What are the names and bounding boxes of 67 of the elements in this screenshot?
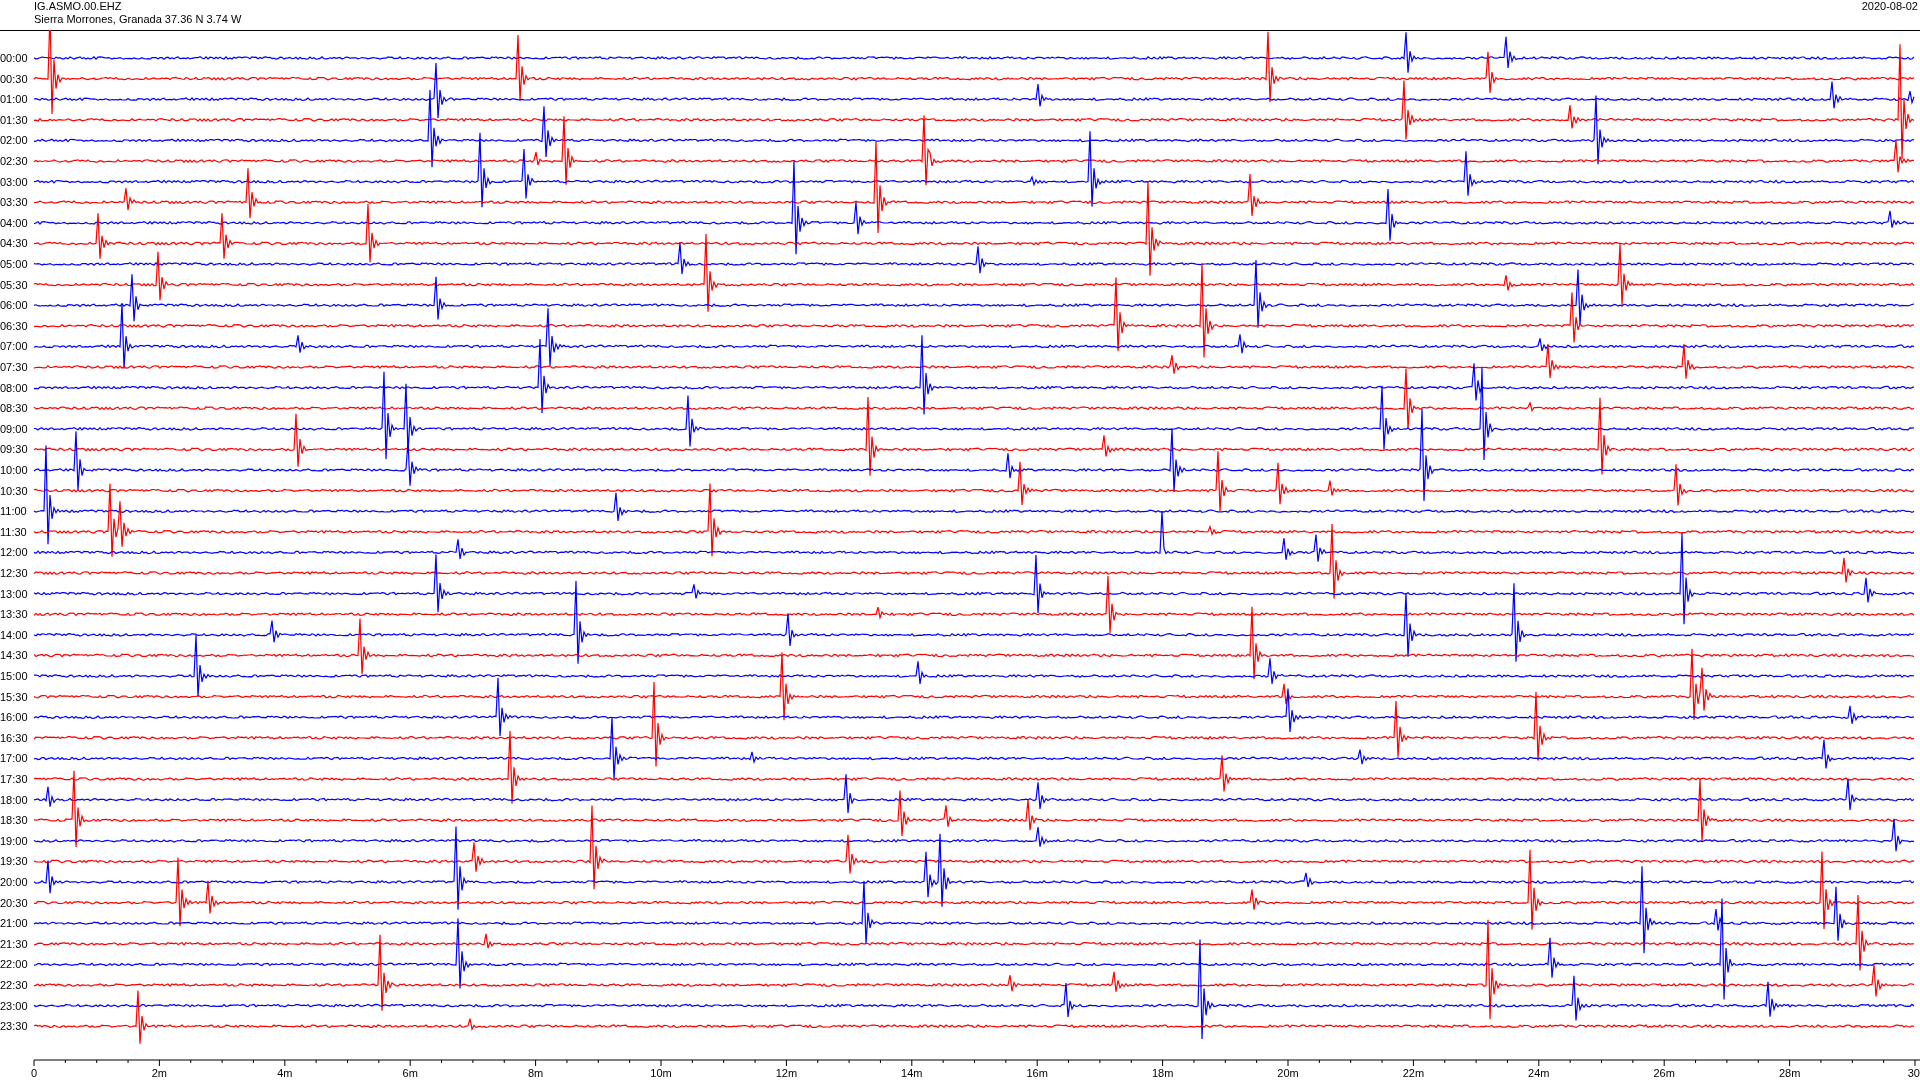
row-time-label: 23:30 [0, 1020, 28, 1033]
axis-tick-label: 26m [1653, 1067, 1675, 1079]
row-time-label: 12:30 [0, 567, 28, 579]
row-time-label: 07:30 [0, 361, 28, 373]
row-time-label: 02:30 [0, 155, 28, 167]
row-time-label: 04:30 [0, 237, 28, 250]
row-time-label: 08:00 [0, 381, 28, 394]
axis-tick-label: 8m [527, 1067, 544, 1079]
row-time-label: 22:30 [0, 979, 28, 991]
row-time-label: 18:30 [0, 814, 28, 827]
row-time-label: 18:00 [0, 793, 28, 806]
row-time-label: 01:00 [0, 93, 28, 106]
axis-tick-label: 28m [1778, 1067, 1801, 1079]
row-time-label: 16:30 [0, 731, 28, 744]
axis-tick-label: 0 [30, 1067, 38, 1079]
row-time-label: 03:00 [0, 175, 28, 188]
row-time-label: 13:30 [0, 608, 28, 621]
axis-tick-label: 24m [1528, 1067, 1550, 1079]
axis-tick-label: 4m [277, 1067, 293, 1079]
axis-tick-label: 14m [901, 1067, 923, 1079]
row-time-label: 00:00 [0, 52, 28, 64]
row-time-label: 01:30 [0, 113, 28, 126]
row-time-label: 17:00 [0, 752, 28, 765]
row-time-label: 08:30 [0, 402, 28, 415]
row-time-label: 11:00 [0, 505, 27, 518]
row-time-label: 19:30 [0, 855, 28, 868]
row-time-label: 04:00 [0, 216, 28, 229]
row-time-label: 23:00 [0, 999, 28, 1012]
row-time-label: 19:00 [0, 834, 28, 847]
row-time-label: 17:30 [0, 773, 28, 785]
row-time-label: 10:00 [0, 464, 28, 476]
station-code: IG.ASMO.00.EHZ [34, 0, 123, 13]
row-time-label: 15:00 [0, 670, 28, 682]
row-time-label: 20:30 [0, 896, 28, 909]
axis-tick-label: 10m [650, 1067, 672, 1079]
row-time-label: 02:00 [0, 134, 28, 147]
axis-tick-label: 30 [1907, 1067, 1920, 1079]
row-time-label: 13:00 [0, 587, 28, 600]
axis-tick-label: 22m [1402, 1067, 1425, 1079]
station-location: Sierra Morrones, Granada 37.36 N 3.74 W [34, 13, 242, 26]
axis-tick-label: 6m [402, 1067, 418, 1079]
axis-tick-label: 12m [775, 1067, 798, 1079]
axis-tick-label: 2m [151, 1067, 168, 1079]
row-time-label: 22:00 [0, 958, 28, 971]
row-time-label: 12:00 [0, 546, 28, 559]
row-time-label: 05:30 [0, 278, 28, 291]
row-time-label: 10:30 [0, 484, 28, 497]
axis-tick-label: 20m [1277, 1067, 1299, 1079]
row-time-label: 06:30 [0, 319, 28, 332]
row-time-label: 06:00 [0, 299, 28, 312]
row-time-label: 11:30 [0, 525, 27, 538]
axis-tick-label: 16m [1026, 1067, 1048, 1079]
row-time-label: 09:30 [0, 443, 28, 456]
row-time-label: 03:30 [0, 196, 28, 209]
row-time-label: 14:30 [0, 649, 28, 662]
row-time-label: 00:30 [0, 72, 28, 85]
row-time-label: 20:00 [0, 876, 28, 888]
row-time-label: 05:00 [0, 258, 28, 270]
axis-tick-label: 18m [1151, 1067, 1174, 1079]
row-time-label: 15:30 [0, 690, 28, 703]
row-time-label: 14:00 [0, 628, 28, 641]
row-time-label: 21:30 [0, 937, 28, 950]
row-time-label: 07:00 [0, 340, 28, 353]
row-time-label: 21:00 [0, 917, 28, 930]
row-time-label: 09:00 [0, 422, 28, 435]
row-time-label: 16:00 [0, 711, 28, 724]
plot-date: 2020-08-02 [1861, 0, 1918, 13]
